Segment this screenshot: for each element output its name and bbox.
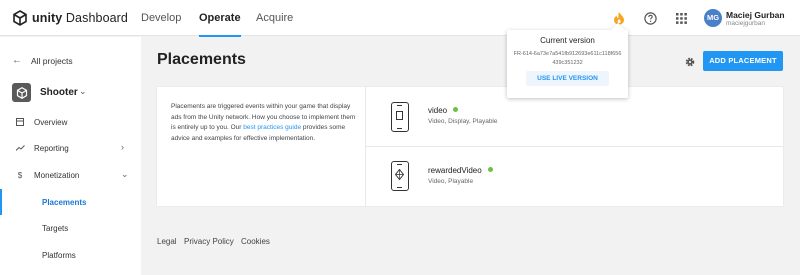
help-icon[interactable]: [641, 9, 659, 27]
user-name[interactable]: Maciej Gurban: [726, 10, 785, 20]
chevron-down-icon[interactable]: ⌄: [79, 86, 87, 97]
all-projects-link[interactable]: ← All projects: [12, 55, 73, 66]
page-title: Placements: [157, 51, 246, 68]
gear-icon[interactable]: [684, 55, 696, 67]
sidebar-item-label: Monetization: [34, 171, 80, 180]
footer-link-cookies[interactable]: Cookies: [241, 237, 270, 246]
placement-types: Video, Display, Playable: [428, 118, 498, 125]
sidebar: ← All projects Shooter ⌄ Overview Report…: [0, 37, 141, 275]
status-dot: [487, 167, 493, 172]
sidebar-item-targets[interactable]: Targets: [0, 215, 141, 241]
logo-text: unity Dashboard: [32, 11, 128, 25]
add-placement-button[interactable]: ADD PLACEMENT: [703, 51, 783, 71]
sidebar-item-label: Overview: [34, 118, 68, 127]
sidebar-item-platforms[interactable]: Platforms: [0, 242, 141, 268]
sidebar-item-placements[interactable]: Placements: [0, 189, 141, 215]
placements-description: Placements are triggered events within y…: [171, 103, 356, 142]
sidebar-item-reporting[interactable]: Reporting ›: [0, 135, 141, 161]
sidebar-item-label: Platforms: [42, 251, 76, 260]
trending-icon: [15, 143, 25, 153]
unity-logo[interactable]: unity Dashboard: [12, 10, 128, 26]
placement-row[interactable]: rewardedVideo Video, Playable: [366, 147, 783, 206]
dashboard-icon: [15, 117, 25, 127]
apps-grid-icon[interactable]: [672, 9, 690, 27]
tab-operate[interactable]: Operate: [199, 0, 241, 37]
footer-link-legal[interactable]: Legal: [157, 237, 177, 246]
sidebar-item-overview[interactable]: Overview: [0, 109, 141, 135]
version-popover: Current version FR-614-6a73e7a541fb91269…: [507, 30, 628, 98]
tab-develop[interactable]: Develop: [141, 0, 181, 36]
top-bar: unity Dashboard Develop Operate Acquire …: [0, 0, 800, 37]
arrow-left-icon: ←: [12, 55, 22, 66]
use-live-version-button[interactable]: USE LIVE VERSION: [526, 71, 609, 86]
project-cube-icon: [12, 83, 31, 102]
rewarded-placement-icon: [391, 161, 409, 191]
placements-card: Placements are triggered events within y…: [157, 87, 783, 206]
user-email: maciejgurban: [726, 19, 766, 27]
all-projects-label: All projects: [31, 55, 73, 66]
dollar-icon: $: [17, 170, 23, 180]
footer-link-privacy[interactable]: Privacy Policy: [184, 237, 234, 246]
placement-name[interactable]: rewardedVideo: [428, 166, 493, 175]
version-hash: FR-614-6a73e7a541fb912693e611c118f656439…: [513, 51, 622, 66]
status-dot: [453, 107, 459, 112]
project-name[interactable]: Shooter: [40, 87, 78, 98]
avatar[interactable]: MG: [704, 9, 722, 27]
sidebar-item-label: Placements: [42, 198, 87, 207]
chevron-down-icon: ⌄: [121, 169, 129, 179]
chevron-right-icon: ›: [121, 142, 124, 152]
sidebar-item-label: Targets: [42, 224, 69, 233]
display-placement-icon: [391, 102, 409, 132]
sidebar-item-label: Reporting: [34, 144, 69, 153]
best-practices-link[interactable]: best practices guide: [243, 124, 301, 131]
unity-cube-icon: [13, 10, 27, 26]
tab-acquire[interactable]: Acquire: [256, 0, 293, 36]
placement-name[interactable]: video: [428, 106, 459, 115]
sidebar-item-monetization[interactable]: $ Monetization ⌄: [0, 162, 141, 188]
popover-title: Current version: [540, 36, 595, 45]
placement-types: Video, Playable: [428, 178, 474, 185]
